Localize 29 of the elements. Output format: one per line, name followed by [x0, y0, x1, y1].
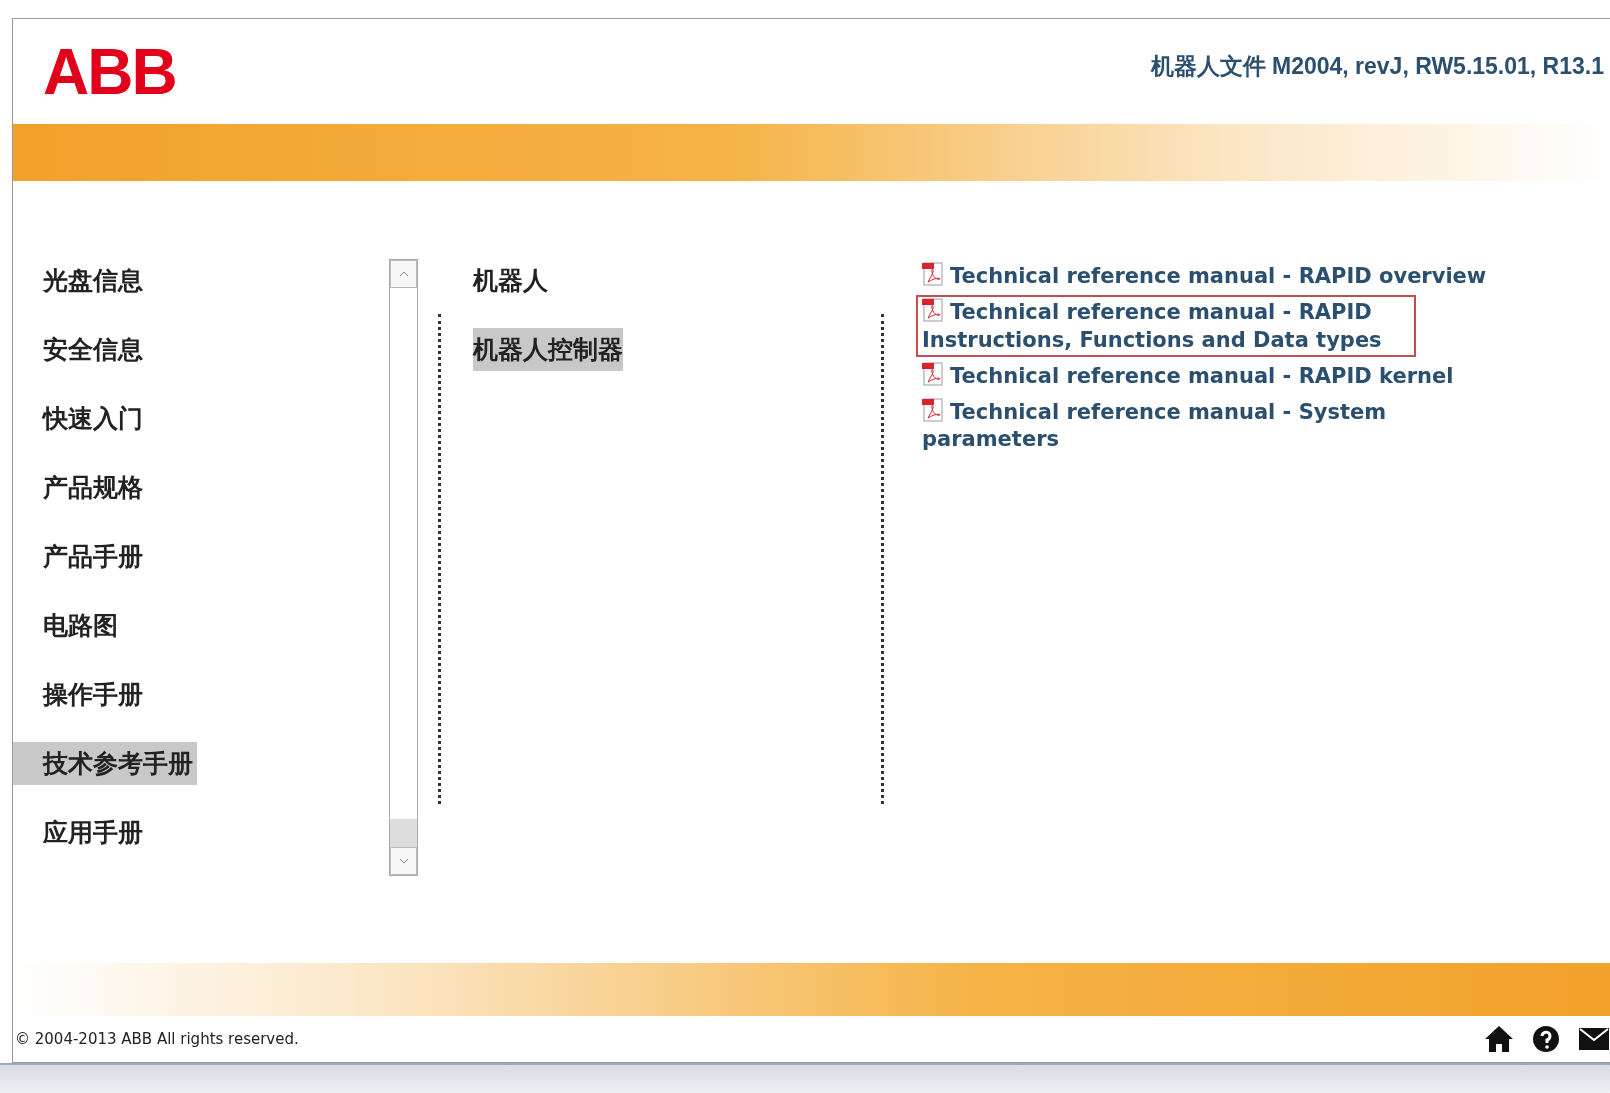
nav-item[interactable]: 快速入门 [13, 397, 147, 440]
nav-item[interactable]: 应用手册 [13, 811, 147, 854]
category-item[interactable]: 机器人控制器 [473, 328, 623, 371]
mail-icon[interactable] [1578, 1027, 1610, 1051]
help-icon[interactable] [1532, 1025, 1560, 1053]
abb-logo: ABB [43, 39, 176, 104]
nav-item[interactable]: 安全信息 [13, 328, 147, 371]
nav-item[interactable]: 光盘信息 [13, 259, 147, 302]
pdf-icon [922, 398, 944, 423]
category-item[interactable]: 机器人 [473, 259, 548, 302]
home-icon[interactable] [1484, 1025, 1514, 1053]
scroll-down-button[interactable] [390, 847, 417, 875]
nav-item[interactable]: 电路图 [13, 604, 122, 647]
nav-item[interactable]: 技术参考手册 [13, 742, 197, 785]
pdf-icon [922, 298, 944, 323]
document-link[interactable]: Technical reference manual - RAPID overview [916, 259, 1493, 294]
document-link[interactable]: Technical reference manual - System parameters [916, 395, 1436, 457]
document-link[interactable]: Technical reference manual - RAPID Instructions, Functions and Data types [916, 295, 1416, 357]
scroll-up-button[interactable] [390, 260, 417, 288]
nav-item[interactable]: 产品规格 [13, 466, 147, 509]
copyright-text: © 2004-2013 ABB All rights reserved. [15, 1030, 299, 1048]
pdf-icon [922, 361, 944, 386]
header-title: 机器人文件 M2004, revJ, RW5.15.01, R13.1 [1150, 52, 1604, 81]
pdf-icon [922, 262, 944, 286]
scrollbar[interactable] [389, 259, 418, 876]
nav-item[interactable]: 产品手册 [13, 535, 147, 578]
scroll-thumb[interactable] [390, 819, 417, 847]
nav-item[interactable]: 操作手册 [13, 673, 147, 716]
document-link[interactable]: Technical reference manual - RAPID kernel [916, 358, 1460, 394]
